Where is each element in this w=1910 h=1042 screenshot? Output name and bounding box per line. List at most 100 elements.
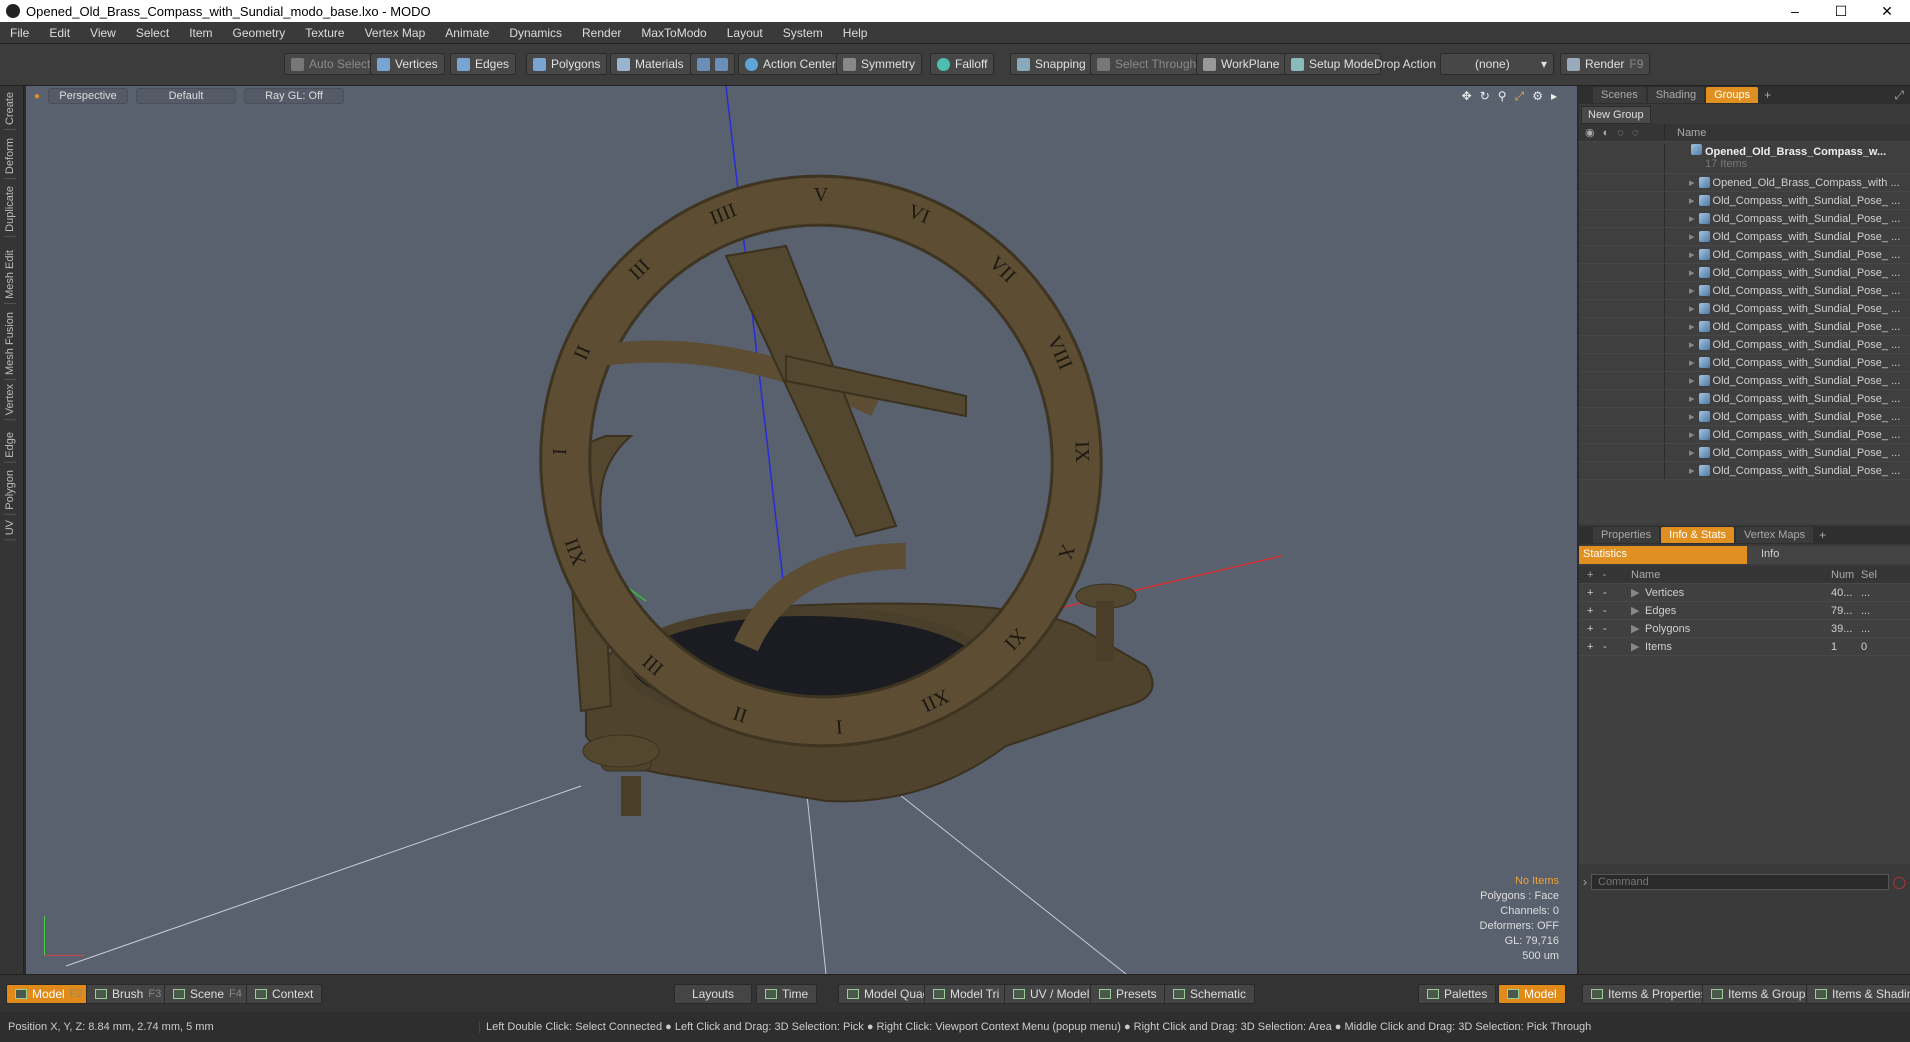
add-tab-icon[interactable]: +: [1764, 88, 1771, 102]
disclosure-arrow-icon[interactable]: ▶: [1631, 604, 1645, 617]
component-toggle-button[interactable]: [690, 53, 735, 75]
eye-icon[interactable]: ◉: [1585, 126, 1595, 139]
collapse-minus-icon[interactable]: -: [1603, 623, 1631, 635]
group-item-row[interactable]: ▸ Old_Compass_with_Sundial_Pose_ ...: [1579, 318, 1910, 336]
items-shading-button[interactable]: Items & Shading: [1806, 984, 1910, 1004]
menu-render[interactable]: Render: [572, 26, 631, 40]
add-tab-icon[interactable]: +: [1819, 528, 1826, 542]
layouts-button[interactable]: Layouts: [674, 984, 752, 1004]
expand-arrow-icon[interactable]: ▸: [1665, 230, 1695, 243]
menu-dynamics[interactable]: Dynamics: [499, 26, 572, 40]
presets-button[interactable]: Presets: [1090, 984, 1166, 1004]
expand-arrow-icon[interactable]: ▸: [1665, 194, 1695, 207]
setup-mode-button[interactable]: Setup Mode: [1284, 53, 1381, 75]
time-button[interactable]: Time: [756, 984, 818, 1004]
stats-row[interactable]: + - ▶ Items 1 0: [1579, 638, 1910, 656]
items-groups-button[interactable]: Items & Groups: [1702, 984, 1821, 1004]
tab-info[interactable]: Info: [1747, 546, 1910, 564]
expand-arrow-icon[interactable]: ▸: [1665, 356, 1695, 369]
collapse-minus-icon[interactable]: -: [1603, 641, 1631, 653]
expand-arrow-icon[interactable]: ▸: [1665, 320, 1695, 333]
tab-shading[interactable]: Shading: [1647, 87, 1705, 103]
expand-arrow-icon[interactable]: ▸: [1665, 374, 1695, 387]
symmetry-button[interactable]: Symmetry: [836, 53, 922, 75]
menu-animate[interactable]: Animate: [435, 26, 499, 40]
collapse-minus-icon[interactable]: -: [1603, 605, 1631, 617]
group-item-row[interactable]: ▸ Old_Compass_with_Sundial_Pose_ ...: [1579, 426, 1910, 444]
group-item-row[interactable]: ▸ Old_Compass_with_Sundial_Pose_ ...: [1579, 210, 1910, 228]
group-item-row[interactable]: ▸ Old_Compass_with_Sundial_Pose_ ...: [1579, 282, 1910, 300]
scene-layout-button[interactable]: Scene F4: [164, 984, 251, 1004]
group-item-row[interactable]: ▸ Old_Compass_with_Sundial_Pose_ ...: [1579, 192, 1910, 210]
tab-vertex-maps[interactable]: Vertex Maps: [1736, 527, 1814, 543]
tab-create[interactable]: Create: [4, 88, 16, 131]
expand-arrow-icon[interactable]: ▸: [1665, 212, 1695, 225]
menu-view[interactable]: View: [80, 26, 126, 40]
palettes-button[interactable]: Palettes: [1418, 984, 1497, 1004]
model-tri-button[interactable]: Model Tri: [924, 984, 1009, 1004]
tab-deform[interactable]: Deform: [4, 134, 16, 180]
expand-arrow-icon[interactable]: ▸: [1665, 392, 1695, 405]
group-item-row[interactable]: ▸ Old_Compass_with_Sundial_Pose_ ...: [1579, 462, 1910, 480]
schematic-button[interactable]: Schematic: [1164, 984, 1256, 1004]
group-item-row[interactable]: ▸ Old_Compass_with_Sundial_Pose_ ...: [1579, 246, 1910, 264]
minimize-button[interactable]: –: [1772, 3, 1818, 20]
menu-select[interactable]: Select: [126, 26, 179, 40]
uv-model-button[interactable]: UV / Model: [1004, 984, 1099, 1004]
close-button[interactable]: ✕: [1864, 3, 1910, 20]
menu-file[interactable]: File: [0, 26, 39, 40]
workplane-button[interactable]: WorkPlane: [1196, 53, 1287, 75]
expand-plus-icon[interactable]: +: [1579, 605, 1603, 617]
expand-plus-icon[interactable]: +: [1579, 623, 1603, 635]
menu-vertex-map[interactable]: Vertex Map: [355, 26, 436, 40]
expand-arrow-icon[interactable]: ▸: [1665, 446, 1695, 459]
disclosure-arrow-icon[interactable]: ▶: [1631, 622, 1645, 635]
menu-maxtomodo[interactable]: MaxToModo: [631, 26, 716, 40]
expand-arrow-icon[interactable]: ▸: [1665, 302, 1695, 315]
materials-mode-button[interactable]: Materials: [610, 53, 691, 75]
group-item-row[interactable]: ▸ Old_Compass_with_Sundial_Pose_ ...: [1579, 228, 1910, 246]
stats-row[interactable]: + - ▶ Vertices 40......: [1579, 584, 1910, 602]
expand-arrow-icon[interactable]: ▸: [1665, 284, 1695, 297]
snapping-button[interactable]: Snapping: [1010, 53, 1093, 75]
expand-arrow-icon[interactable]: ▸: [1665, 410, 1695, 423]
menu-item[interactable]: Item: [179, 26, 222, 40]
auto-select-button[interactable]: Auto Select: [284, 53, 378, 75]
expand-panel-icon[interactable]: ⤢: [1894, 88, 1904, 103]
render-button[interactable]: Render F9: [1560, 53, 1651, 75]
expand-arrow-icon[interactable]: ▸: [1665, 266, 1695, 279]
group-item-row[interactable]: ▸ Old_Compass_with_Sundial_Pose_ ...: [1579, 408, 1910, 426]
group-item-row[interactable]: ▸ Old_Compass_with_Sundial_Pose_ ...: [1579, 300, 1910, 318]
items-properties-button[interactable]: Items & Properties: [1582, 984, 1716, 1004]
tab-properties[interactable]: Properties: [1593, 527, 1660, 543]
select-toggle-icon[interactable]: ◌: [1632, 127, 1639, 139]
expand-arrow-icon[interactable]: ▸: [1665, 176, 1695, 189]
tab-scenes[interactable]: Scenes: [1593, 87, 1646, 103]
group-item-row[interactable]: ▸ Old_Compass_with_Sundial_Pose_ ...: [1579, 372, 1910, 390]
tab-groups[interactable]: Groups: [1706, 87, 1759, 103]
menu-geometry[interactable]: Geometry: [223, 26, 296, 40]
group-item-row[interactable]: ▸ Old_Compass_with_Sundial_Pose_ ...: [1579, 264, 1910, 282]
tab-duplicate[interactable]: Duplicate: [4, 182, 16, 237]
group-item-row[interactable]: ▸ Old_Compass_with_Sundial_Pose_ ...: [1579, 444, 1910, 462]
group-item-row[interactable]: ▸ Opened_Old_Brass_Compass_with ...: [1579, 174, 1910, 192]
expand-arrow-icon[interactable]: ▸: [1665, 464, 1695, 477]
expand-plus-icon[interactable]: +: [1579, 641, 1603, 653]
tab-info-stats[interactable]: Info & Stats: [1661, 527, 1735, 543]
new-group-button[interactable]: New Group: [1581, 106, 1651, 124]
tab-polygon[interactable]: Polygon: [4, 466, 16, 515]
expand-arrow-icon[interactable]: ▸: [1665, 338, 1695, 351]
collapse-minus-icon[interactable]: -: [1603, 587, 1631, 599]
group-item-row[interactable]: ▸ Old_Compass_with_Sundial_Pose_ ...: [1579, 354, 1910, 372]
brush-layout-button[interactable]: Brush F3: [86, 984, 171, 1004]
context-layout-button[interactable]: Context: [246, 984, 323, 1004]
action-center-button[interactable]: Action Center: [738, 53, 843, 75]
expand-arrow-icon[interactable]: ▸: [1665, 248, 1695, 261]
model-mode-button[interactable]: Model: [1498, 984, 1566, 1004]
vertices-mode-button[interactable]: Vertices: [370, 53, 445, 75]
polygons-mode-button[interactable]: Polygons: [526, 53, 608, 75]
expand-plus-icon[interactable]: +: [1579, 587, 1603, 599]
menu-texture[interactable]: Texture: [295, 26, 354, 40]
maximize-button[interactable]: ☐: [1818, 3, 1864, 20]
stats-row[interactable]: + - ▶ Edges 79......: [1579, 602, 1910, 620]
